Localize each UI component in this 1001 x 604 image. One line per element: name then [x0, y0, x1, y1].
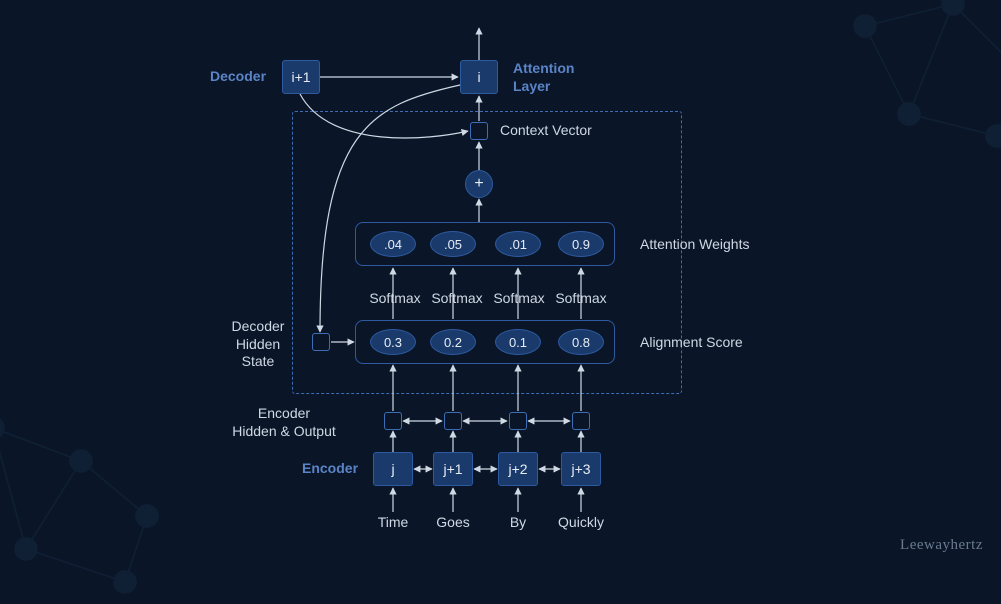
- softmax-1: Softmax: [427, 290, 487, 306]
- align-3-text: 0.8: [572, 335, 590, 350]
- attention-layer-label: Attention Layer: [513, 60, 574, 95]
- encoder-hidden-output-label: Encoder Hidden & Output: [224, 405, 344, 440]
- decoder-hidden-state-node: [312, 333, 330, 351]
- context-vector-label: Context Vector: [500, 122, 592, 138]
- attn-weight-1: .05: [430, 231, 476, 257]
- decoder-label: Decoder: [210, 68, 266, 84]
- attention-weights-label: Attention Weights: [640, 236, 749, 252]
- align-0-text: 0.3: [384, 335, 402, 350]
- align-2-text: 0.1: [509, 335, 527, 350]
- attn-weight-2: .01: [495, 231, 541, 257]
- align-0: 0.3: [370, 329, 416, 355]
- enc-0: j: [373, 452, 413, 486]
- brand-watermark: Leewayhertz: [900, 537, 983, 554]
- softmax-3: Softmax: [551, 290, 611, 306]
- decoder-current-text: i: [477, 69, 480, 85]
- enc-hidden-3: [572, 412, 590, 430]
- alignment-score-label: Alignment Score: [640, 334, 743, 350]
- attn-weight-2-text: .01: [509, 237, 527, 252]
- enc-2: j+2: [498, 452, 538, 486]
- enc-0-text: j: [391, 461, 394, 477]
- align-2: 0.1: [495, 329, 541, 355]
- enc-hidden-1: [444, 412, 462, 430]
- enc-hidden-0: [384, 412, 402, 430]
- attn-weight-3-text: 0.9: [572, 237, 590, 252]
- enc-1: j+1: [433, 452, 473, 486]
- attn-weight-0-text: .04: [384, 237, 402, 252]
- sum-node: +: [465, 170, 493, 198]
- enc-hidden-2: [509, 412, 527, 430]
- align-1: 0.2: [430, 329, 476, 355]
- decoder-prev-text: i+1: [291, 69, 310, 85]
- decoder-current-node: i: [460, 60, 498, 94]
- softmax-2: Softmax: [489, 290, 549, 306]
- align-3: 0.8: [558, 329, 604, 355]
- softmax-0: Softmax: [365, 290, 425, 306]
- tok-3: Quickly: [555, 514, 607, 530]
- encoder-label: Encoder: [302, 460, 358, 476]
- context-vector-node: [470, 122, 488, 140]
- decoder-prev-node: i+1: [282, 60, 320, 94]
- enc-3: j+3: [561, 452, 601, 486]
- attention-layer-text: Attention Layer: [513, 60, 574, 95]
- attn-weight-3: 0.9: [558, 231, 604, 257]
- enc-3-text: j+3: [571, 461, 590, 477]
- tok-0: Time: [370, 514, 416, 530]
- tok-2: By: [495, 514, 541, 530]
- diagram-stage: Decoder i+1 i Attention Layer Context Ve…: [0, 0, 1001, 564]
- attn-weight-0: .04: [370, 231, 416, 257]
- enc-2-text: j+2: [508, 461, 527, 477]
- tok-1: Goes: [430, 514, 476, 530]
- enc-1-text: j+1: [443, 461, 462, 477]
- decoder-hidden-state-label: Decoder Hidden State: [218, 318, 298, 371]
- align-1-text: 0.2: [444, 335, 462, 350]
- attn-weight-1-text: .05: [444, 237, 462, 252]
- plus-text: +: [474, 175, 483, 193]
